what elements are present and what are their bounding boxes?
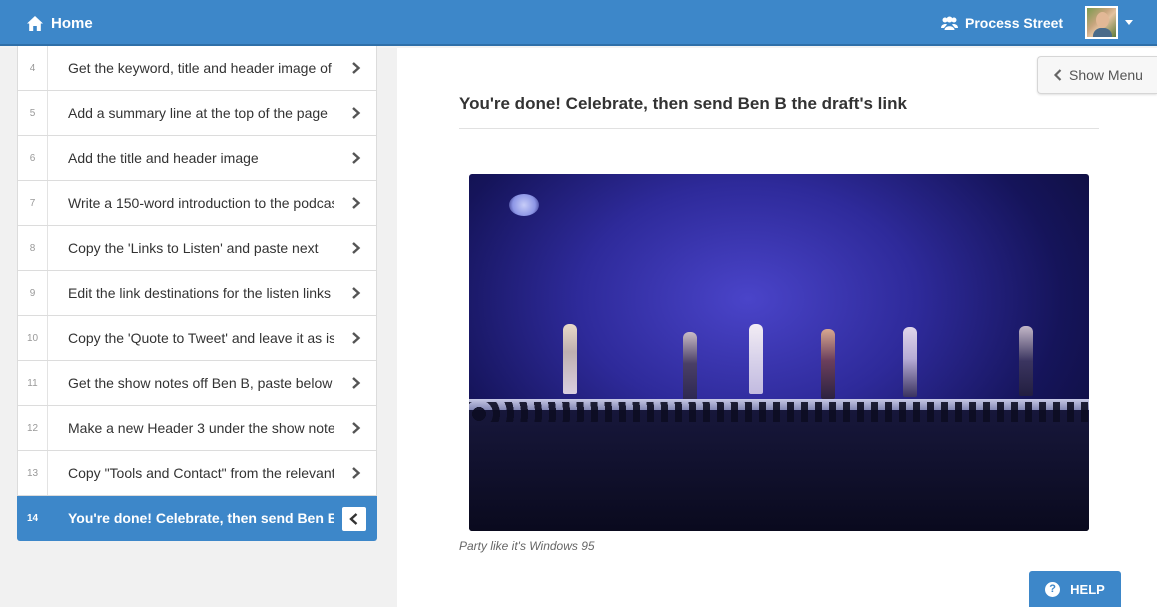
task-item-9[interactable]: 9 Edit the link destinations for the lis… bbox=[17, 271, 377, 316]
home-label: Home bbox=[51, 14, 93, 32]
task-title: You're done! Celebrate, then send Ben B … bbox=[459, 94, 907, 113]
show-menu-label: Show Menu bbox=[1069, 67, 1143, 83]
help-button[interactable]: ? HELP bbox=[1029, 571, 1121, 607]
chevron-right-icon bbox=[352, 422, 361, 434]
task-label: Write a 150-word introduction to the pod… bbox=[68, 195, 334, 211]
task-item-4[interactable]: 4 Get the keyword, title and header imag… bbox=[17, 46, 377, 91]
task-number: 8 bbox=[18, 226, 48, 270]
task-label: Edit the link destinations for the liste… bbox=[68, 285, 332, 301]
task-number: 4 bbox=[18, 46, 48, 90]
chevron-right-icon bbox=[352, 197, 361, 209]
stage-light bbox=[509, 194, 539, 216]
task-item-13[interactable]: 13 Copy "Tools and Contact" from the rel… bbox=[17, 451, 377, 496]
chevron-right-icon bbox=[352, 332, 361, 344]
task-label: Get the show notes off Ben B, paste belo… bbox=[68, 375, 333, 391]
avatar[interactable] bbox=[1085, 6, 1118, 39]
help-label: HELP bbox=[1070, 581, 1105, 597]
task-number: 5 bbox=[18, 91, 48, 135]
task-number: 10 bbox=[18, 316, 48, 360]
question-icon: ? bbox=[1045, 581, 1061, 597]
chevron-right-icon bbox=[352, 287, 361, 299]
organization-link[interactable]: Process Street bbox=[941, 13, 1063, 33]
task-number: 13 bbox=[18, 451, 48, 495]
task-label: Make a new Header 3 under the show notes bbox=[68, 420, 334, 436]
home-icon bbox=[27, 15, 43, 31]
dancer-figure bbox=[903, 327, 917, 397]
crowd-silhouette bbox=[469, 402, 1089, 531]
home-link[interactable]: Home bbox=[27, 13, 93, 33]
task-item-6[interactable]: 6 Add the title and header image bbox=[17, 136, 377, 181]
user-menu[interactable] bbox=[1085, 6, 1133, 39]
task-label: Get the keyword, title and header image … bbox=[68, 60, 332, 76]
task-label: Copy the 'Links to Listen' and paste nex… bbox=[68, 240, 319, 256]
top-navbar: Home Process Street bbox=[0, 0, 1157, 46]
chevron-right-icon bbox=[352, 107, 361, 119]
dancer-figure bbox=[749, 324, 763, 394]
task-label: Copy the 'Quote to Tweet' and leave it a… bbox=[68, 330, 334, 346]
dancer-figure bbox=[821, 329, 835, 399]
task-number: 14 bbox=[18, 496, 48, 540]
chevron-right-icon bbox=[352, 467, 361, 479]
task-item-14-active[interactable]: 14 You're done! Celebrate, then send Ben… bbox=[17, 496, 377, 541]
chevron-left-icon bbox=[1053, 69, 1062, 81]
task-label: Add the title and header image bbox=[68, 150, 259, 166]
chevron-left-icon bbox=[349, 513, 358, 525]
collapse-task-button[interactable] bbox=[342, 507, 366, 531]
task-label: Copy "Tools and Contact" from the releva… bbox=[68, 465, 334, 481]
task-number: 12 bbox=[18, 406, 48, 450]
caret-down-icon bbox=[1125, 20, 1133, 25]
users-icon bbox=[941, 16, 958, 30]
show-menu-button[interactable]: Show Menu bbox=[1037, 56, 1157, 94]
task-number: 7 bbox=[18, 181, 48, 225]
task-label: Add a summary line at the top of the pag… bbox=[68, 105, 328, 121]
task-list: 4 Get the keyword, title and header imag… bbox=[17, 46, 377, 541]
image-caption: Party like it's Windows 95 bbox=[459, 539, 595, 553]
task-number: 11 bbox=[18, 361, 48, 405]
task-item-5[interactable]: 5 Add a summary line at the top of the p… bbox=[17, 91, 377, 136]
task-number: 9 bbox=[18, 271, 48, 315]
task-item-10[interactable]: 10 Copy the 'Quote to Tweet' and leave i… bbox=[17, 316, 377, 361]
dancer-figure bbox=[683, 332, 697, 402]
chevron-right-icon bbox=[352, 152, 361, 164]
task-label: You're done! Celebrate, then send Ben B … bbox=[68, 510, 334, 526]
dancer-figure bbox=[563, 324, 577, 394]
task-item-11[interactable]: 11 Get the show notes off Ben B, paste b… bbox=[17, 361, 377, 406]
divider bbox=[459, 128, 1099, 129]
celebration-image bbox=[469, 174, 1089, 531]
task-item-7[interactable]: 7 Write a 150-word introduction to the p… bbox=[17, 181, 377, 226]
chevron-right-icon bbox=[352, 242, 361, 254]
chevron-right-icon bbox=[352, 377, 361, 389]
chevron-right-icon bbox=[352, 62, 361, 74]
task-item-12[interactable]: 12 Make a new Header 3 under the show no… bbox=[17, 406, 377, 451]
dancer-figure bbox=[1019, 326, 1033, 396]
organization-label: Process Street bbox=[965, 15, 1064, 31]
task-item-8[interactable]: 8 Copy the 'Links to Listen' and paste n… bbox=[17, 226, 377, 271]
task-number: 6 bbox=[18, 136, 48, 180]
